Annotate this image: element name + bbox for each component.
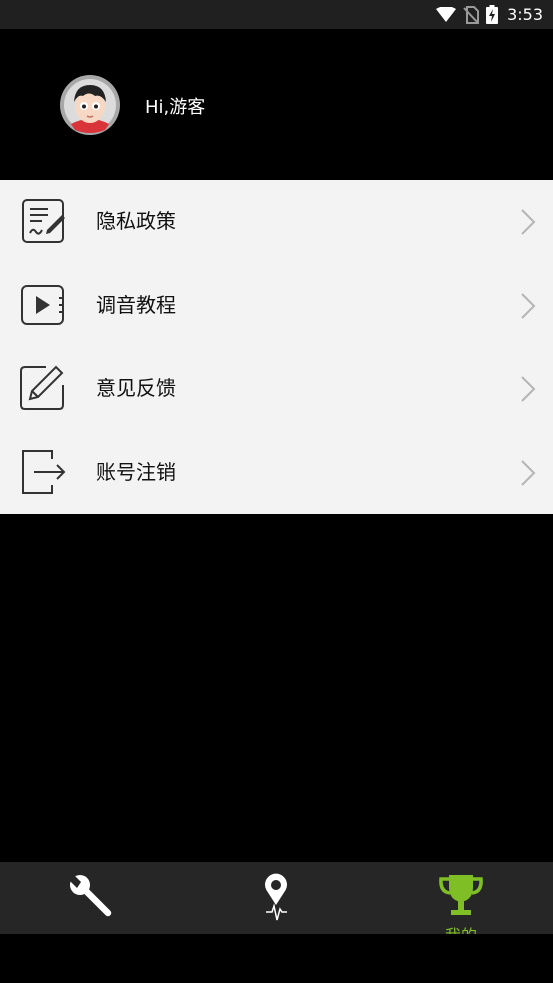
greeting-text: Hi,游客 (145, 97, 206, 118)
avatar[interactable] (59, 74, 121, 136)
tab-tools[interactable] (0, 862, 184, 934)
edit-feedback-icon (20, 365, 64, 410)
menu-item-label: 账号注销 (96, 460, 176, 484)
no-sim-icon (463, 5, 480, 24)
system-navigation-area (0, 934, 553, 983)
menu-item-feedback[interactable]: 意见反馈 (0, 347, 553, 430)
trophy-icon (439, 875, 483, 915)
menu-item-account-deletion[interactable]: 账号注销 (0, 431, 553, 514)
battery-charging-icon (486, 5, 499, 24)
menu-item-tuning-tutorial[interactable]: 调音教程 (0, 264, 553, 347)
chevron-right-icon (521, 376, 536, 402)
status-time: 3:53 (507, 5, 543, 24)
privacy-document-icon (22, 199, 65, 243)
tab-mine[interactable]: 我的 (369, 862, 553, 934)
tab-tuner[interactable] (184, 862, 368, 934)
settings-menu: 隐私政策 调音教程 意见反馈 账号注销 (0, 180, 553, 514)
wifi-icon (436, 6, 457, 22)
menu-item-privacy-policy[interactable]: 隐私政策 (0, 180, 553, 263)
chevron-right-icon (521, 209, 536, 235)
menu-item-label: 调音教程 (96, 293, 176, 317)
status-bar: 3:53 (0, 0, 553, 29)
wrench-icon (69, 874, 112, 917)
chevron-right-icon (521, 460, 536, 486)
menu-item-label: 隐私政策 (96, 209, 176, 233)
profile-header: Hi,游客 (0, 29, 553, 180)
avatar-face-icon (60, 75, 120, 135)
video-tutorial-icon (21, 285, 64, 325)
bottom-tab-bar: 我的 (0, 862, 553, 934)
logout-icon (22, 450, 66, 494)
tab-label: 我的 (369, 922, 553, 934)
chevron-right-icon (521, 293, 536, 319)
menu-item-label: 意见反馈 (96, 376, 176, 400)
status-icons: 3:53 (436, 0, 543, 29)
tuner-pin-icon (265, 873, 287, 921)
